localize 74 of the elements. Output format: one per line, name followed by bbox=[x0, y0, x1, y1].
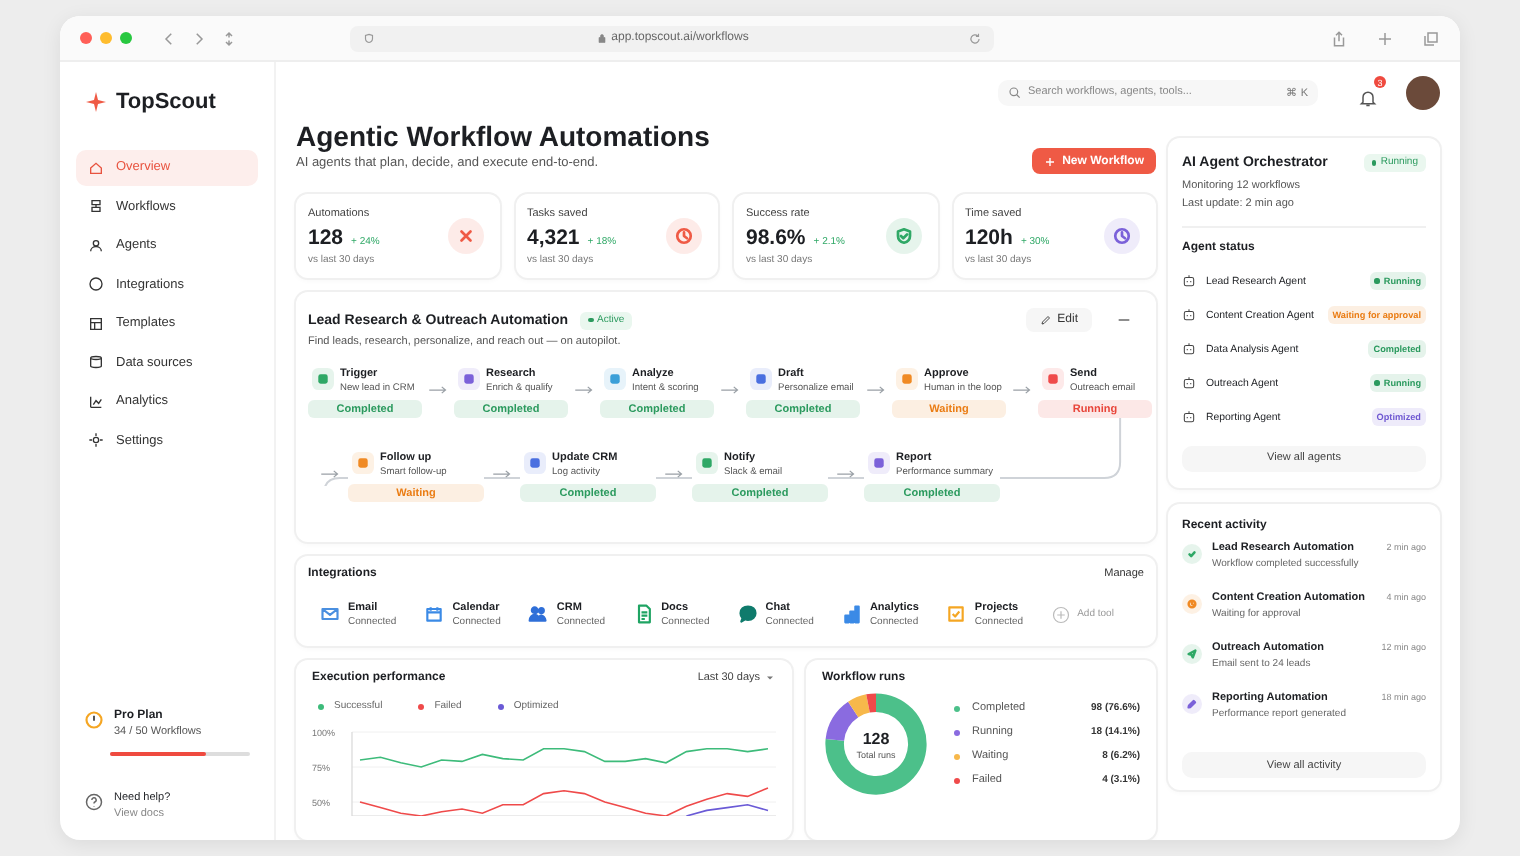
arrow-icon bbox=[720, 384, 740, 396]
brand-name: TopScout bbox=[116, 90, 216, 114]
help-icon bbox=[84, 792, 104, 812]
shield-icon bbox=[362, 31, 376, 45]
plus-icon bbox=[1044, 155, 1057, 167]
back-icon[interactable] bbox=[160, 29, 178, 47]
document-icon bbox=[633, 604, 654, 625]
flow-icon bbox=[88, 198, 104, 215]
arrow-icon bbox=[836, 468, 856, 480]
stat-value: 120h bbox=[965, 225, 1013, 249]
caret-icon bbox=[764, 672, 776, 684]
chart-icon bbox=[88, 393, 104, 410]
arrow-icon bbox=[664, 468, 684, 480]
notification-bell-icon[interactable] bbox=[1358, 88, 1378, 108]
arrow-icon bbox=[320, 468, 340, 480]
arrow-icon bbox=[492, 468, 512, 480]
bar-chart-icon bbox=[841, 604, 862, 625]
edit-icon bbox=[1182, 693, 1202, 713]
step-icon bbox=[352, 452, 374, 474]
people-icon bbox=[528, 604, 549, 625]
arrow-icon bbox=[866, 384, 886, 396]
forward-icon[interactable] bbox=[190, 29, 208, 47]
settings-icon bbox=[88, 432, 104, 449]
chat-icon bbox=[737, 604, 758, 625]
step-icon bbox=[604, 368, 626, 390]
step-icon bbox=[458, 368, 480, 390]
page-title: Agentic Workflow Automations bbox=[296, 118, 710, 154]
maximize-button[interactable] bbox=[120, 32, 132, 44]
envelope-icon bbox=[320, 604, 340, 625]
step-icon bbox=[312, 368, 334, 390]
plus-circle-icon bbox=[1051, 605, 1070, 624]
bot-icon bbox=[1182, 308, 1196, 322]
step-icon bbox=[750, 368, 772, 390]
gauge-icon bbox=[84, 709, 104, 729]
clock-icon bbox=[1104, 218, 1140, 254]
step-icon bbox=[524, 452, 546, 474]
clock-icon bbox=[666, 218, 702, 254]
bot-icon bbox=[1182, 376, 1196, 390]
calendar-icon bbox=[424, 604, 445, 625]
close-button[interactable] bbox=[80, 32, 92, 44]
arrow-icon bbox=[574, 384, 594, 396]
layout-icon bbox=[88, 315, 104, 332]
search-icon bbox=[1008, 85, 1022, 99]
share-icon[interactable] bbox=[1330, 29, 1348, 47]
logo-icon bbox=[84, 90, 108, 114]
minimize-button[interactable] bbox=[100, 32, 112, 44]
step-icon bbox=[1042, 368, 1064, 390]
shield-icon bbox=[885, 218, 921, 254]
send-icon bbox=[1182, 643, 1202, 663]
bot-icon bbox=[1182, 274, 1196, 288]
pencil-icon bbox=[1039, 314, 1052, 326]
clock-icon bbox=[1182, 593, 1202, 613]
home-icon bbox=[88, 159, 104, 176]
stat-value: 4,321 bbox=[527, 225, 580, 249]
stat-value: 98.6% bbox=[746, 225, 806, 249]
sidebar-toggle-icon[interactable] bbox=[220, 29, 238, 47]
new-tab-icon[interactable] bbox=[1376, 29, 1394, 47]
arrow-icon bbox=[1012, 384, 1032, 396]
check-icon bbox=[1182, 543, 1202, 563]
lock-icon bbox=[595, 32, 608, 44]
step-icon bbox=[896, 368, 918, 390]
person-icon bbox=[88, 237, 104, 254]
reload-icon[interactable] bbox=[967, 31, 982, 45]
stat-value: 128 bbox=[308, 225, 344, 249]
arrow-icon bbox=[428, 384, 448, 396]
tabs-icon[interactable] bbox=[1422, 29, 1440, 47]
step-icon bbox=[696, 452, 718, 474]
checklist-icon bbox=[946, 604, 967, 625]
avatar[interactable] bbox=[1406, 75, 1440, 109]
bot-icon bbox=[1182, 342, 1196, 356]
total-value: 128 bbox=[862, 729, 890, 747]
step-icon bbox=[868, 452, 890, 474]
database-icon bbox=[88, 354, 104, 371]
bot-icon bbox=[1182, 410, 1196, 424]
